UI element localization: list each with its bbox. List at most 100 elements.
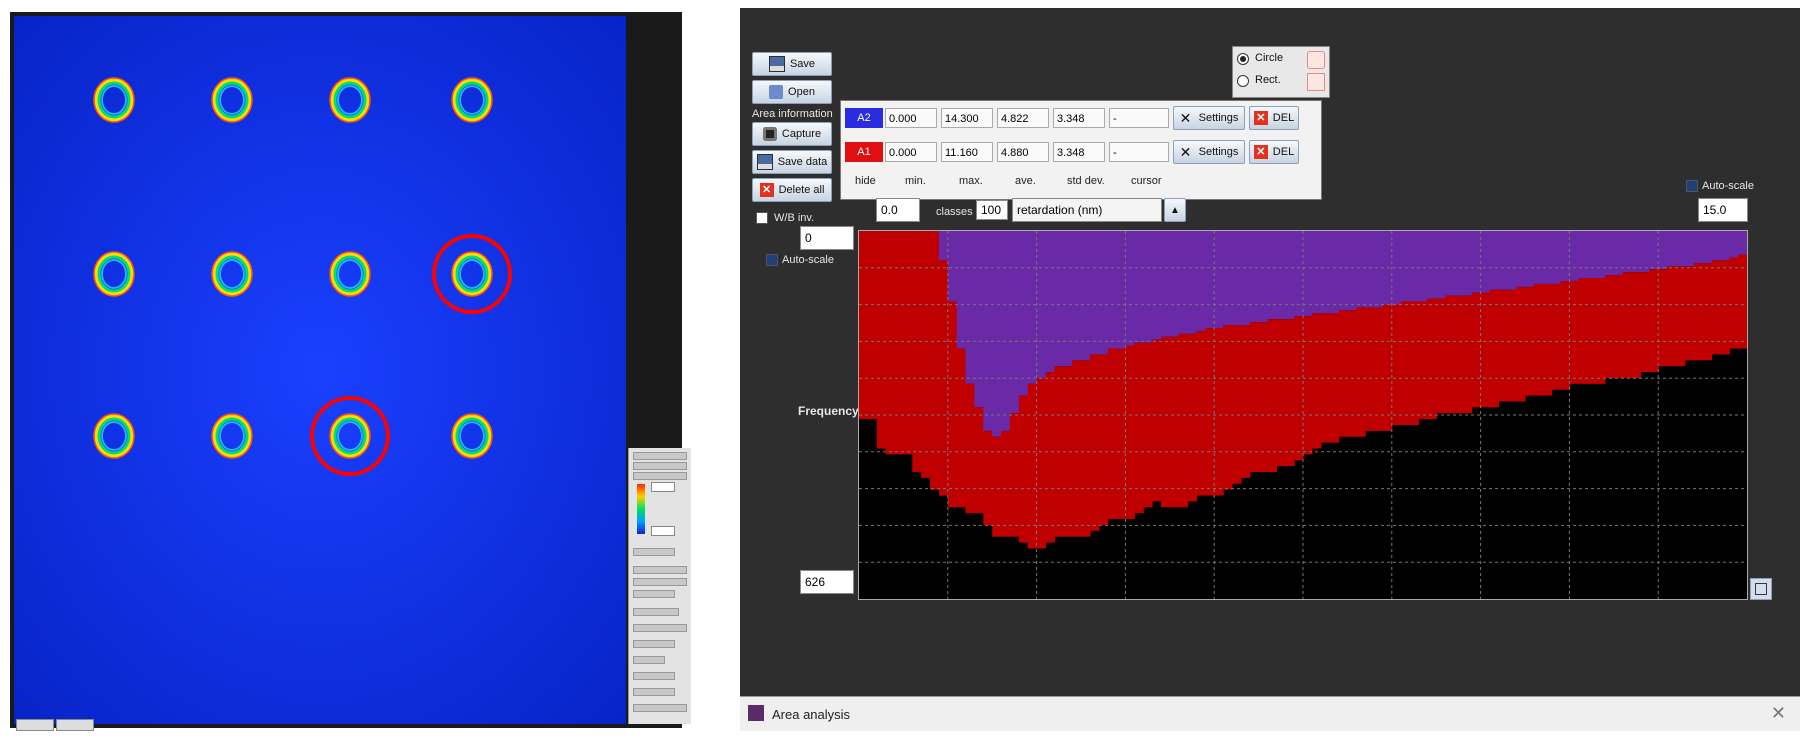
- close-icon[interactable]: ✕: [1771, 703, 1786, 724]
- save-label: Save: [789, 58, 816, 70]
- histogram-bar-overlap: [1178, 231, 1189, 334]
- histogram-bar-a1: [1516, 286, 1526, 402]
- a2-settings-button[interactable]: ✕ Settings: [1173, 106, 1245, 130]
- histogram-bar-overlap: [1427, 231, 1437, 299]
- panel-option[interactable]: [633, 672, 675, 680]
- histogram-bar-overlap: [1276, 231, 1286, 320]
- panel-slider[interactable]: [633, 640, 675, 648]
- histogram-bar-overlap: [1116, 231, 1126, 349]
- delete-x-icon: ✕: [759, 183, 774, 197]
- histogram-bar-a1: [1720, 260, 1730, 355]
- histogram-bar-a1: [1675, 266, 1686, 367]
- histogram-bar-a1: [1436, 298, 1446, 414]
- panel-option[interactable]: [633, 656, 665, 664]
- classes-field[interactable]: 100: [976, 200, 1008, 220]
- a1-delete-button[interactable]: ✕ DEL: [1249, 140, 1299, 164]
- area-a1-swatch[interactable]: A1: [845, 142, 883, 162]
- histogram-bar-overlap: [1134, 231, 1144, 343]
- capture-button[interactable]: [633, 462, 687, 470]
- area-information-label: Area information: [752, 108, 833, 120]
- histogram-chart[interactable]: [858, 230, 1748, 600]
- x-min-field[interactable]: 0.0: [876, 198, 920, 222]
- rect-radio[interactable]: [1237, 75, 1249, 87]
- histogram-bar-overlap: [1196, 231, 1206, 331]
- histogram-bar-overlap: [1001, 231, 1011, 431]
- histogram-bar-a1: [1045, 372, 1055, 543]
- panel-option[interactable]: [633, 624, 687, 632]
- capture-button[interactable]: Capture: [752, 122, 832, 146]
- histogram-bar-a1: [1098, 354, 1109, 525]
- histogram-bar-a1: [1152, 339, 1162, 502]
- panel-option[interactable]: [633, 608, 679, 616]
- scale-min-field[interactable]: [651, 526, 675, 536]
- histogram-bar-a1: [1596, 278, 1606, 384]
- histogram-bar-a1: [1160, 336, 1171, 508]
- histogram-bar-overlap: [1045, 231, 1055, 373]
- save-button[interactable]: Save: [752, 52, 832, 76]
- histogram-bar-overlap: [1107, 231, 1118, 349]
- histogram-bar-overlap: [1160, 231, 1171, 337]
- circle-shape-icon[interactable]: [1307, 51, 1325, 69]
- histogram-bar-overlap: [1551, 231, 1562, 284]
- app-icon: [748, 705, 764, 721]
- wb-inv-checkbox[interactable]: [756, 212, 768, 224]
- open-button[interactable]: Open: [752, 80, 832, 104]
- histogram-bar-overlap: [1303, 231, 1313, 317]
- histogram-bar-overlap: [1738, 231, 1747, 255]
- histogram-bar-overlap: [1063, 231, 1073, 367]
- a1-min-value: 0.000: [885, 142, 937, 162]
- panel-option[interactable]: [633, 590, 675, 598]
- histogram-bar-a1: [1347, 310, 1357, 437]
- histogram-bar-overlap: [1533, 231, 1544, 284]
- retardation-image[interactable]: [14, 16, 626, 724]
- open-label: Open: [788, 86, 815, 98]
- panel-option[interactable]: [633, 688, 675, 696]
- scale-max-field[interactable]: [651, 482, 675, 492]
- a2-delete-button[interactable]: ✕ DEL: [1249, 106, 1299, 130]
- delete-all-button[interactable]: ✕ Delete all: [752, 178, 832, 202]
- panel-option[interactable]: [633, 566, 687, 574]
- panel-option[interactable]: [633, 578, 687, 586]
- x-max-field[interactable]: 15.0: [1698, 198, 1748, 222]
- quantity-select[interactable]: retardation (nm): [1012, 198, 1162, 222]
- histogram-bar-a1: [1507, 289, 1517, 402]
- area-analysis-window: Save Open Area information Capture Save …: [740, 8, 1800, 731]
- histogram-bar-a1: [1667, 266, 1677, 367]
- histogram-bar-a1: [1409, 301, 1420, 425]
- y-min-field[interactable]: 626: [800, 570, 854, 594]
- bottom-tab[interactable]: [16, 719, 54, 731]
- save-data-button[interactable]: Save data: [752, 150, 832, 174]
- histogram-bar-overlap: [1027, 231, 1038, 384]
- col-header-hide[interactable]: hide: [855, 175, 876, 187]
- circle-radio[interactable]: [1237, 53, 1249, 65]
- y-max-field[interactable]: 0: [800, 226, 854, 250]
- auto-scale-x-checkbox[interactable]: [1686, 180, 1698, 192]
- histogram-bar-overlap: [1604, 231, 1615, 276]
- histogram-bar-a1: [1462, 295, 1473, 414]
- area-a2-swatch[interactable]: A2: [845, 108, 883, 128]
- copy-chart-button[interactable]: [1750, 578, 1772, 600]
- rect-shape-icon[interactable]: [1307, 73, 1325, 91]
- histogram-bar-overlap: [956, 231, 967, 349]
- histogram-bar-overlap: [1125, 231, 1135, 346]
- panel-option[interactable]: [633, 548, 675, 556]
- wb-inv-label: W/B inv.: [774, 212, 815, 224]
- histogram-bar-a1: [1018, 395, 1029, 543]
- window-title-bar: Area analysis ✕: [740, 696, 1800, 731]
- histogram-bar-a1: [1587, 278, 1597, 384]
- histogram-bar-overlap: [1702, 231, 1713, 264]
- histogram-bar-a1: [1169, 336, 1180, 508]
- panel-option[interactable]: [633, 704, 687, 712]
- quantity-dropdown-button[interactable]: ▲: [1164, 198, 1186, 222]
- histogram-bar-a1: [1498, 289, 1508, 402]
- panel-option[interactable]: [633, 472, 687, 480]
- histogram-bar-a1: [1249, 322, 1260, 473]
- classes-label: classes: [936, 206, 973, 218]
- histogram-bar-a1: [1231, 325, 1242, 484]
- a1-settings-button[interactable]: ✕ Settings: [1173, 140, 1245, 164]
- col-header-min: min.: [905, 175, 926, 187]
- auto-scale-y-checkbox[interactable]: [766, 254, 778, 266]
- histogram-bar-a1: [1125, 345, 1135, 520]
- bottom-tab[interactable]: [56, 719, 94, 731]
- histogram-bar-overlap: [1578, 231, 1588, 279]
